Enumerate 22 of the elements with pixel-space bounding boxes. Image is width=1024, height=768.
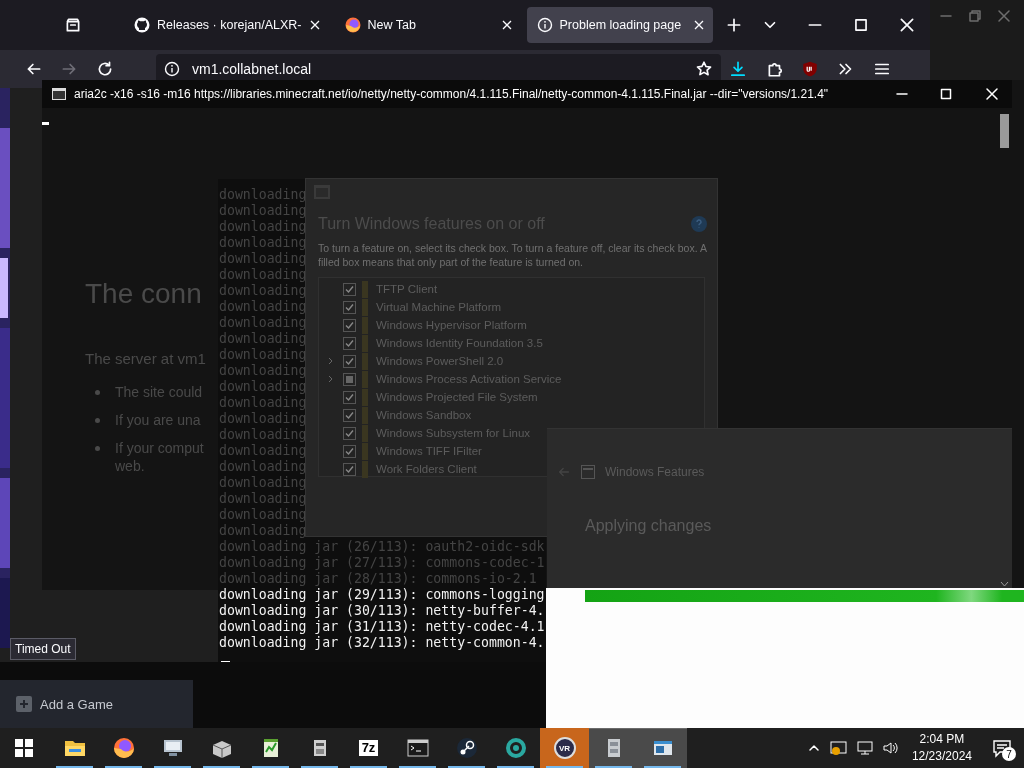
window-title: aria2c -x16 -s16 -m16 https://libraries.minecraft.net/io/netty/netty-common/4.1.115.Final/netty-common-4.1.115.Final.jar --dir="versions/1.21.4" xyxy=(74,87,830,101)
archive-logo: 7z xyxy=(358,740,379,756)
taskbar-button[interactable]: 7z xyxy=(344,728,393,768)
feature-label: Windows Sandbox xyxy=(376,409,472,421)
notification-count: 7 xyxy=(1002,747,1016,761)
console-line: downloading jar (31/113): netty-codec-4.1 xyxy=(218,619,545,635)
vr-logo: VR xyxy=(553,737,576,759)
browser-tab[interactable]: Problem loading page xyxy=(526,7,713,43)
clock[interactable]: 2:04 PM 12/23/2024 xyxy=(911,731,972,765)
console-line: downloading jar (30/113): netty-buffer-4. xyxy=(218,603,545,619)
status-tooltip: Timed Out xyxy=(10,638,76,660)
feature-label: Windows Hypervisor Platform xyxy=(376,319,527,331)
feature-label: Windows PowerShell 2.0 xyxy=(376,355,504,367)
console-line: downloading jar (32/113): netty-common-4. xyxy=(218,635,545,651)
add-game-button[interactable]: Add a Game xyxy=(0,680,193,728)
browser-tab[interactable]: Releases · korejan/ALXR- xyxy=(124,7,329,43)
feature-label: Windows TIFF IFilter xyxy=(376,445,482,457)
console-line: downloading jar (29/113): commons-logging xyxy=(218,587,545,603)
feature-label: Virtual Machine Platform xyxy=(376,301,502,313)
dialog-description: To turn a feature on, select its check box. To turn a feature off, clear its check box. A filled box means that only part of the feature is turned on. xyxy=(318,241,707,269)
taskbar-button[interactable]: VR xyxy=(540,728,589,768)
browser-tab[interactable]: New Tab xyxy=(334,7,521,43)
